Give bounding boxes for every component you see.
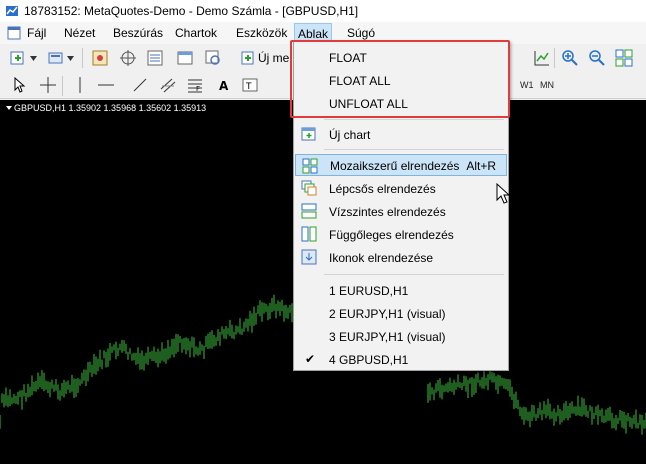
zoom-in-icon[interactable]	[560, 48, 580, 68]
cursor-icon[interactable]	[10, 75, 30, 95]
chevron-down-icon[interactable]	[28, 48, 38, 68]
cascade-windows-icon	[301, 180, 317, 196]
horizontal-line-icon[interactable]	[96, 75, 116, 95]
arrange-icons-icon	[301, 249, 317, 265]
menu-item-vertical[interactable]: Függőleges elrendezés	[295, 223, 507, 245]
menu-insert[interactable]: Beszúrás	[113, 26, 163, 40]
chart-autoscroll-icon[interactable]	[532, 48, 552, 68]
crosshair-icon[interactable]	[38, 75, 58, 95]
menu-file[interactable]: Fájl	[27, 26, 46, 40]
new-chart-icon[interactable]	[8, 48, 28, 68]
menu-item-cascade[interactable]: Lépcsős elrendezés	[295, 177, 507, 199]
menu-item-new-chart[interactable]: Új chart	[295, 123, 507, 145]
mouse-pointer-icon	[496, 183, 510, 204]
window-title: 18783152: MetaQuotes-Demo - Demo Számla …	[24, 4, 359, 18]
menu-item-window-3[interactable]: 3 EURJPY,H1 (visual)	[295, 325, 507, 347]
profiles-icon[interactable]	[46, 48, 66, 68]
menu-item-tile[interactable]: Mozaikszerű elrendezés Alt+R	[295, 154, 507, 176]
shortcut-label: Alt+R	[466, 159, 496, 173]
menu-item-horizontal[interactable]: Vízszintes elrendezés	[295, 200, 507, 222]
crosshair-navigator-icon[interactable]	[118, 48, 138, 68]
annotation-highlight-box	[290, 40, 510, 118]
timeframe-w1[interactable]: W1	[520, 80, 534, 90]
market-watch-icon[interactable]	[90, 48, 110, 68]
text-label-icon[interactable]: T	[240, 75, 260, 95]
text-icon[interactable]: A	[214, 75, 234, 95]
vertical-line-icon[interactable]	[70, 75, 90, 95]
data-window-icon[interactable]	[145, 48, 165, 68]
new-order-button[interactable]: Új me	[258, 51, 289, 65]
menu-item-arrange-icons[interactable]: Ikonok elrendezése	[295, 246, 507, 268]
tile-horizontal-icon	[301, 203, 317, 219]
app-icon	[6, 6, 18, 16]
terminal-icon[interactable]	[175, 48, 195, 68]
tile-windows-icon	[302, 158, 318, 174]
menu-tools[interactable]: Eszközök	[236, 26, 287, 40]
tile-vertical-icon	[301, 226, 317, 242]
menu-window[interactable]: Ablak	[294, 23, 333, 41]
menu-charts[interactable]: Chartok	[175, 26, 217, 40]
strategy-tester-icon[interactable]	[203, 48, 223, 68]
new-chart-icon	[301, 127, 316, 141]
trendline-icon[interactable]	[130, 75, 150, 95]
new-order-icon[interactable]	[238, 48, 258, 68]
menu-item-window-1[interactable]: 1 EURUSD,H1	[295, 279, 507, 301]
menu-item-window-4[interactable]: ✔ 4 GBPUSD,H1	[295, 348, 507, 370]
document-icon[interactable]	[6, 25, 22, 41]
menu-item-window-2[interactable]: 2 EURJPY,H1 (visual)	[295, 302, 507, 324]
title-bar: 18783152: MetaQuotes-Demo - Demo Számla …	[0, 0, 646, 23]
svg-text:A: A	[219, 79, 229, 92]
tile-windows-icon[interactable]	[614, 48, 634, 68]
equidistant-channel-icon[interactable]	[158, 75, 178, 95]
timeframe-mn[interactable]: MN	[540, 80, 554, 90]
fibonacci-icon[interactable]: F	[185, 75, 205, 95]
svg-text:T: T	[245, 82, 252, 92]
chevron-down-icon[interactable]	[65, 48, 75, 68]
menu-help[interactable]: Súgó	[347, 26, 375, 40]
checkmark-icon: ✔	[305, 352, 316, 366]
menu-view[interactable]: Nézet	[64, 26, 95, 40]
svg-text:F: F	[196, 85, 200, 93]
zoom-out-icon[interactable]	[587, 48, 607, 68]
